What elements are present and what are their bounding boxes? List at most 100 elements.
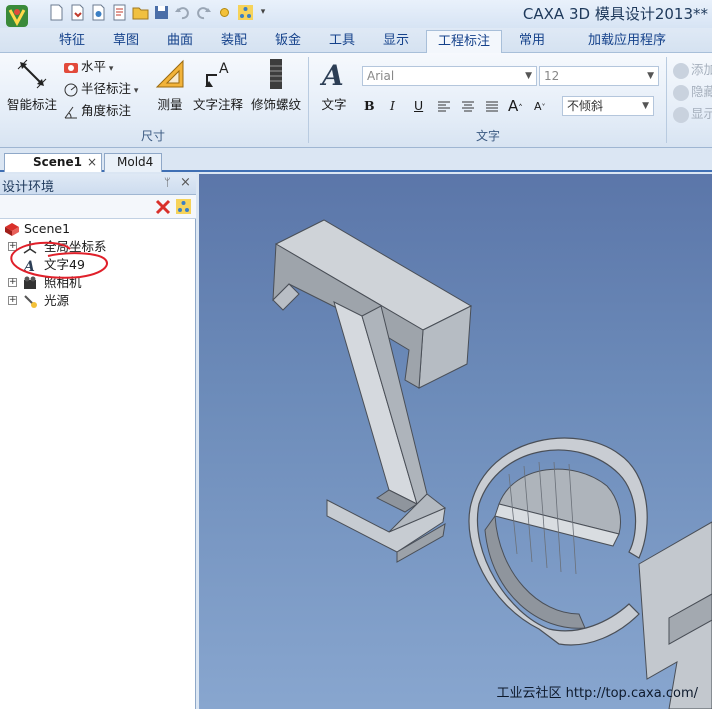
panel-title: 设计环境 xyxy=(2,180,55,195)
tab-addins[interactable]: 加载应用程序 xyxy=(566,30,688,53)
cosmetic-thread-label: 修饰螺纹 xyxy=(250,97,301,112)
doc-tab-label: Mold4 xyxy=(117,155,154,169)
import-icon[interactable] xyxy=(90,4,107,21)
3d-viewport[interactable]: 工业云社区 http://top.caxa.com/ xyxy=(199,174,712,709)
italic-button[interactable]: I xyxy=(390,97,395,117)
sun-icon[interactable] xyxy=(216,4,233,21)
show-button[interactable]: 显示 xyxy=(673,103,712,123)
measure-label: 测量 xyxy=(157,97,183,112)
delete-icon[interactable] xyxy=(155,199,171,215)
smart-dimension-button[interactable]: 智能标注 xyxy=(4,57,60,113)
text-note-icon: A xyxy=(205,61,229,87)
design-tree: Scene1 + 全局坐标系 A 文字49 + 照相机 + 光源 xyxy=(0,219,196,709)
watermark-text: 工业云社区 http://top.caxa.com/ xyxy=(496,686,698,701)
document-tab-bar: Scene1 × Mold4 xyxy=(0,148,712,172)
align-justify-icon xyxy=(486,101,498,111)
font-size-value: 12 xyxy=(544,69,560,83)
hide-icon xyxy=(673,84,689,101)
angle-dim-button[interactable]: 角度标注 xyxy=(63,102,131,122)
doc-tab-label: Scene1 xyxy=(33,155,82,169)
design-env-panel-header: 设计环境 ᛘ × xyxy=(0,174,196,195)
radius-dim-label: 半径标注 xyxy=(81,81,132,96)
document-icon[interactable] xyxy=(111,4,128,21)
svg-text:A: A xyxy=(219,61,229,77)
horizontal-dim-button[interactable]: 水平 ▾ xyxy=(63,58,113,78)
doc-tab-scene1[interactable]: Scene1 × xyxy=(4,153,102,172)
panel-toolbar xyxy=(0,195,196,219)
ribbon-divider xyxy=(308,57,309,143)
measure-button[interactable]: 测量 xyxy=(152,57,188,113)
shrink-font-button[interactable]: A˅ xyxy=(534,98,546,118)
tree-icon[interactable] xyxy=(237,4,254,21)
undo-icon[interactable] xyxy=(174,4,191,21)
app-logo-icon[interactable] xyxy=(4,3,30,29)
text-group-label: 文字 xyxy=(475,129,500,143)
save-as-icon[interactable] xyxy=(69,4,86,21)
font-size-select[interactable]: 12 ▼ xyxy=(539,66,659,86)
text-label: 文字 xyxy=(321,97,347,112)
new-file-icon[interactable] xyxy=(48,4,65,21)
angle-dim-icon xyxy=(64,106,77,118)
ribbon-tab-bar: 特征 草图 曲面 装配 钣金 工具 显示 工程标注 常用 加载应用程序 xyxy=(0,28,712,53)
dimension-group-label: 尺寸 xyxy=(140,129,165,143)
show-label: 显示 xyxy=(691,106,712,121)
slant-select[interactable]: 不倾斜 ▼ xyxy=(562,96,654,116)
align-left-button[interactable] xyxy=(436,97,454,117)
close-icon[interactable]: × xyxy=(180,175,191,190)
show-icon xyxy=(673,106,689,123)
add-icon xyxy=(673,62,689,79)
tab-assembly[interactable]: 装配 xyxy=(212,30,256,53)
align-center-icon xyxy=(462,101,474,111)
chevron-down-icon: ▾ xyxy=(131,86,139,96)
font-family-value: Arial xyxy=(367,69,395,83)
align-justify-button[interactable] xyxy=(484,97,502,117)
font-family-select[interactable]: Arial ▼ xyxy=(362,66,537,86)
horizontal-dim-icon xyxy=(64,62,78,73)
save-icon[interactable] xyxy=(153,4,170,21)
redo-icon[interactable] xyxy=(195,4,212,21)
radius-dim-button[interactable]: 半径标注 ▾ xyxy=(63,80,138,100)
smart-dimension-icon xyxy=(17,59,47,89)
align-left-icon xyxy=(438,101,450,111)
customize-dropdown-icon[interactable]: ▾ xyxy=(258,4,268,21)
grow-font-button[interactable]: A˄ xyxy=(508,97,523,117)
svg-text:A: A xyxy=(319,59,344,91)
chevron-down-icon: ▼ xyxy=(525,71,532,81)
text-note-button[interactable]: A 文字注释 xyxy=(190,57,246,113)
text-button[interactable]: A 文字 xyxy=(314,57,354,113)
chevron-down-icon: ▼ xyxy=(647,71,654,81)
title-bar: ▾ CAXA 3D 模具设计2013** xyxy=(0,0,712,28)
3d-text-model xyxy=(272,219,712,709)
chevron-down-icon: ▼ xyxy=(642,101,649,111)
tree-view-icon[interactable] xyxy=(175,198,192,215)
horizontal-dim-label: 水平 xyxy=(81,59,107,74)
underline-button[interactable]: U xyxy=(414,97,423,117)
text-a-icon: A xyxy=(319,59,344,91)
slant-value: 不倾斜 xyxy=(567,99,604,113)
add-label: 添加 xyxy=(691,62,712,77)
pin-icon[interactable]: ᛘ xyxy=(164,176,171,189)
cosmetic-thread-button[interactable]: 修饰螺纹 xyxy=(248,57,304,113)
angle-dim-label: 角度标注 xyxy=(81,103,132,118)
tab-display[interactable]: 显示 xyxy=(374,30,418,53)
bold-button[interactable]: B xyxy=(364,97,375,117)
align-center-button[interactable] xyxy=(460,97,478,117)
tab-sketch[interactable]: 草图 xyxy=(104,30,148,53)
measure-triangle-icon xyxy=(155,59,184,88)
close-icon[interactable]: × xyxy=(87,154,97,171)
tab-sheetmetal[interactable]: 钣金 xyxy=(266,30,310,53)
tab-engineering-annotation[interactable]: 工程标注 xyxy=(426,30,502,53)
tab-surface[interactable]: 曲面 xyxy=(158,30,202,53)
quick-access-toolbar: ▾ xyxy=(48,4,268,22)
doc-tab-mold4[interactable]: Mold4 xyxy=(104,153,162,172)
tab-tools[interactable]: 工具 xyxy=(320,30,364,53)
chevron-down-icon: ▾ xyxy=(106,64,114,74)
red-annotation-ellipse xyxy=(10,241,108,279)
tab-feature[interactable]: 特征 xyxy=(50,30,94,53)
open-folder-icon[interactable] xyxy=(132,4,149,21)
hide-button[interactable]: 隐藏 xyxy=(673,81,712,101)
smart-dimension-label: 智能标注 xyxy=(6,97,57,112)
tab-common[interactable]: 常用 xyxy=(510,30,554,53)
add-button[interactable]: 添加 xyxy=(673,59,712,79)
radius-dim-icon xyxy=(64,83,78,96)
